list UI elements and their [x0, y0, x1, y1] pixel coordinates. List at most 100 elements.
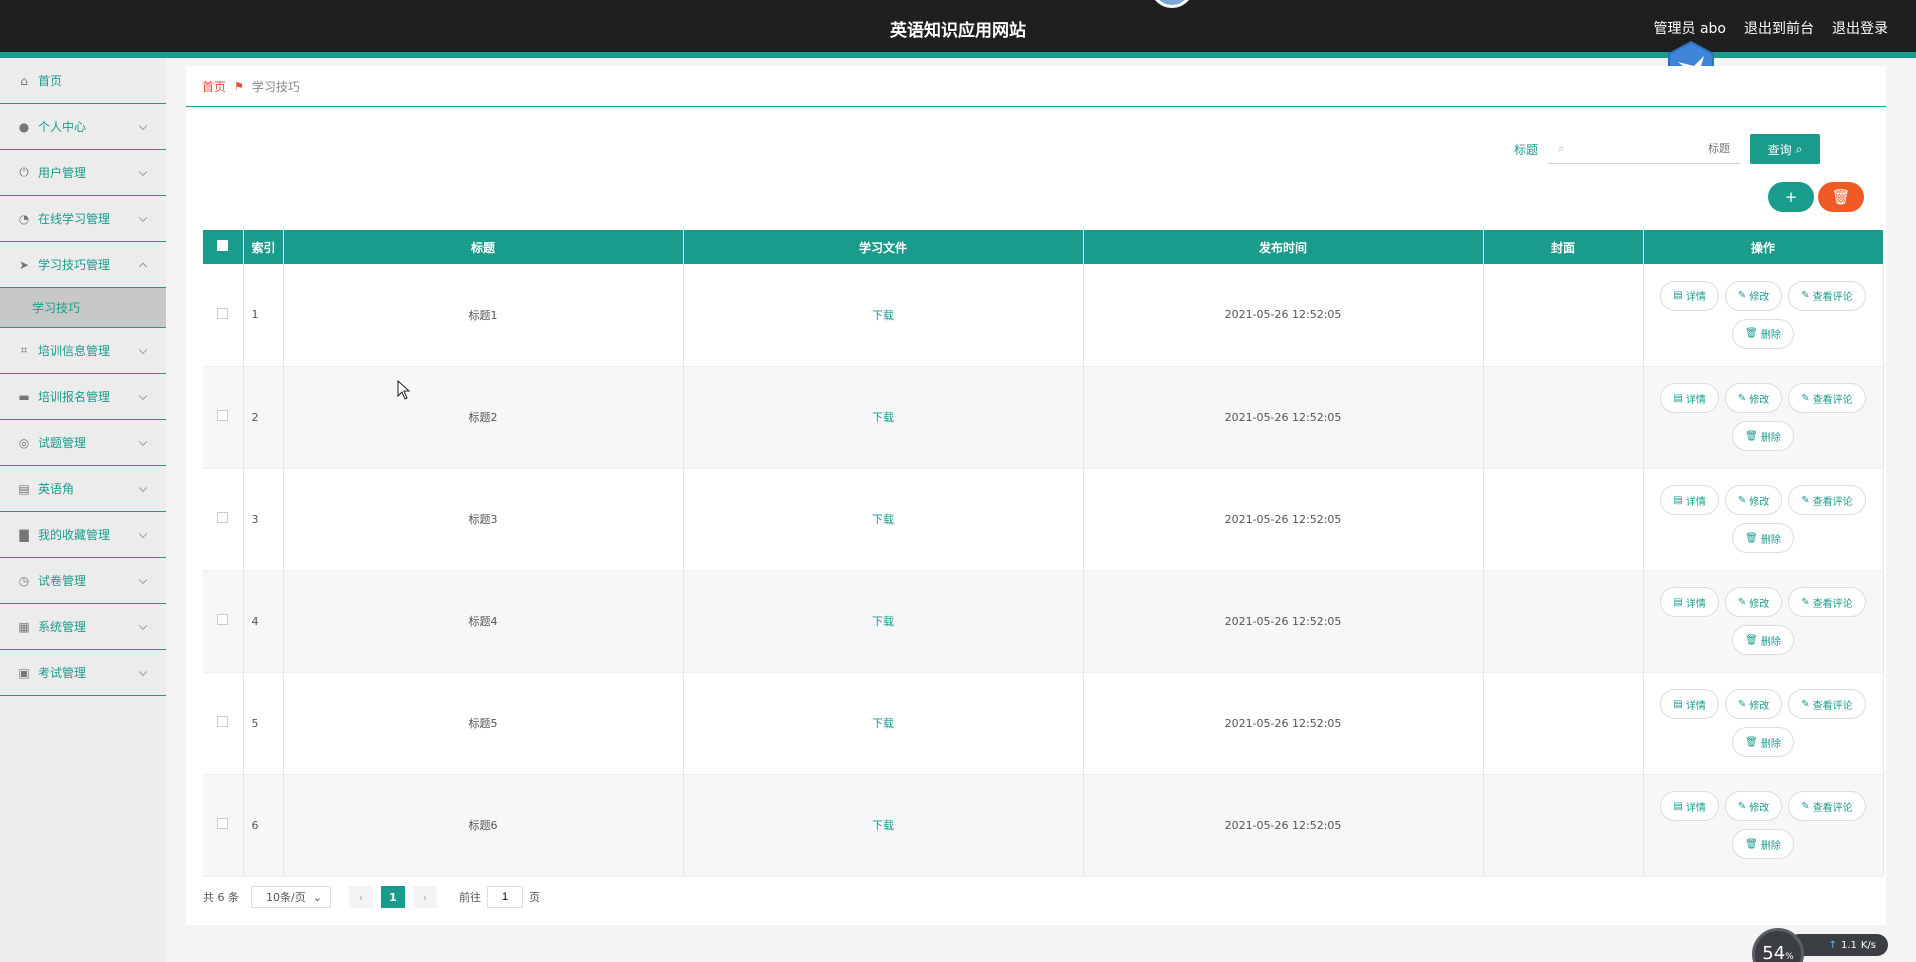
delete-button[interactable]: 🗑 删除 [1732, 318, 1794, 349]
view-comments-button[interactable]: ✎ 查看评论 [1788, 689, 1866, 719]
back-to-front-link[interactable]: 退出到前台 [1744, 18, 1814, 38]
sidebar-subitem-study-tips[interactable]: 学习技巧 [0, 288, 166, 328]
view-comments-label: 查看评论 [1812, 700, 1853, 712]
download-link[interactable]: 下载 [872, 717, 894, 730]
globe-icon: ◎ [18, 435, 30, 450]
edit-button[interactable]: ✎ 修改 [1724, 383, 1783, 413]
sidebar-item-exam-management[interactable]: ▣ 考试管理 [0, 650, 166, 696]
detail-button[interactable]: ▤ 详情 [1660, 587, 1719, 617]
sidebar-item-training-info[interactable]: ⌗ 培训信息管理 [0, 328, 166, 374]
view-comments-button[interactable]: ✎ 查看评论 [1788, 280, 1866, 311]
row-publish-time: 2021-05-26 12:52:05 [1083, 570, 1484, 673]
download-link[interactable]: 下载 [872, 309, 894, 322]
row-file-cell: 下载 [683, 264, 1084, 367]
flag-icon: ⚑ [234, 79, 244, 93]
delete-button[interactable]: 🗑 删除 [1732, 829, 1794, 859]
delete-button[interactable]: 🗑 删除 [1732, 625, 1794, 655]
row-checkbox[interactable] [217, 614, 229, 625]
page-number-button[interactable]: 1 [381, 886, 405, 908]
delete-button[interactable]: 🗑 删除 [1732, 727, 1794, 757]
detail-label: 详情 [1685, 394, 1706, 406]
detail-label: 详情 [1685, 802, 1706, 814]
trash-icon: 🗑 [1745, 634, 1758, 646]
detail-button[interactable]: ▤ 详情 [1660, 485, 1719, 515]
sidebar-item-online-learning[interactable]: ◔ 在线学习管理 [0, 196, 166, 242]
row-actions: ▤ 详情 ✎ 修改 ✎ 查看评论 🗑 删除 [1644, 383, 1883, 451]
sidebar-item-personal-center[interactable]: ● 个人中心 [0, 104, 166, 150]
view-comments-button[interactable]: ✎ 查看评论 [1788, 587, 1866, 617]
download-link[interactable]: 下载 [872, 819, 894, 832]
search-input[interactable] [1610, 142, 1730, 155]
edit-button[interactable]: ✎ 修改 [1724, 280, 1783, 311]
sidebar-item-label: 学习技巧 [32, 301, 81, 315]
delete-button[interactable]: 🗑 删除 [1732, 421, 1794, 451]
row-file-cell: 下载 [683, 366, 1084, 469]
breadcrumb: 首页 ⚑ 学习技巧 [186, 66, 1886, 107]
row-cover [1483, 468, 1644, 571]
goto-prefix: 前往 [459, 891, 481, 904]
document-icon: ▤ [1673, 290, 1683, 302]
download-link[interactable]: 下载 [872, 411, 894, 424]
chevron-up-icon [138, 262, 148, 271]
detail-label: 详情 [1685, 496, 1706, 508]
edit-button[interactable]: ✎ 修改 [1724, 485, 1783, 515]
view-comments-button[interactable]: ✎ 查看评论 [1788, 791, 1866, 821]
row-index: 1 [243, 264, 284, 367]
row-cover [1483, 264, 1644, 367]
row-checkbox[interactable] [217, 512, 229, 523]
pencil-icon: ✎ [1737, 800, 1747, 812]
document-icon: ▤ [1673, 494, 1683, 506]
sidebar-item-training-signup[interactable]: ▬ 培训报名管理 [0, 374, 166, 420]
view-comments-button[interactable]: ✎ 查看评论 [1788, 485, 1866, 515]
add-button[interactable]: + [1768, 182, 1814, 212]
detail-button[interactable]: ▤ 详情 [1660, 791, 1719, 821]
download-link[interactable]: 下载 [872, 513, 894, 526]
row-checkbox[interactable] [217, 307, 229, 319]
detail-button[interactable]: ▤ 详情 [1660, 280, 1719, 311]
row-file-cell: 下载 [683, 468, 1084, 571]
detail-button[interactable]: ▤ 详情 [1660, 689, 1719, 719]
goto-page-input[interactable] [487, 886, 523, 908]
batch-delete-button[interactable]: 🗑 [1818, 182, 1864, 212]
sidebar-item-favorites[interactable]: ▇ 我的收藏管理 [0, 512, 166, 558]
breadcrumb-home[interactable]: 首页 [202, 78, 226, 95]
view-comments-button[interactable]: ✎ 查看评论 [1788, 383, 1866, 413]
next-page-button[interactable]: › [413, 886, 437, 908]
chevron-down-icon [138, 575, 148, 584]
download-link[interactable]: 下载 [872, 615, 894, 628]
delete-button[interactable]: 🗑 删除 [1732, 523, 1794, 553]
sidebar-item-english-corner[interactable]: ▤ 英语角 [0, 466, 166, 512]
logout-link[interactable]: 退出登录 [1832, 18, 1888, 38]
row-checkbox[interactable] [217, 818, 229, 829]
prev-page-button[interactable]: ‹ [349, 886, 373, 908]
sidebar-item-label: 个人中心 [38, 120, 87, 134]
column-header-ops: 操作 [1643, 230, 1884, 264]
edit-button[interactable]: ✎ 修改 [1724, 791, 1783, 821]
sidebar-item-user-management[interactable]: ⏻ 用户管理 [0, 150, 166, 196]
detail-button[interactable]: ▤ 详情 [1660, 383, 1719, 413]
sidebar-item-question-management[interactable]: ◎ 试题管理 [0, 420, 166, 466]
table-row: 1 标题1 下载 2021-05-26 12:52:05 ▤ 详情 ✎ 修改 ✎ 查看评论 🗑 删除 [203, 264, 1884, 367]
sidebar-item-exam-papers[interactable]: ◷ 试卷管理 [0, 558, 166, 604]
view-comments-label: 查看评论 [1812, 292, 1853, 304]
table-row: 5 标题5 下载 2021-05-26 12:52:05 ▤ 详情 ✎ 修改 ✎ 查看评论 🗑 删除 [203, 672, 1884, 775]
home-icon: ⌂ [20, 73, 28, 88]
view-comments-label: 查看评论 [1812, 802, 1853, 814]
row-checkbox[interactable] [217, 410, 229, 421]
delete-label: 删除 [1760, 534, 1781, 546]
query-button[interactable]: 查询 ⌕ [1750, 134, 1820, 164]
row-title: 标题4 [283, 570, 684, 673]
row-publish-time: 2021-05-26 12:52:05 [1083, 366, 1484, 469]
edit-label: 修改 [1749, 598, 1770, 610]
sidebar-item-home[interactable]: ⌂ 首页 [0, 58, 166, 104]
select-all-checkbox[interactable] [217, 240, 229, 251]
edit-button[interactable]: ✎ 修改 [1724, 587, 1783, 617]
edit-button[interactable]: ✎ 修改 [1724, 689, 1783, 719]
document-icon: ▤ [1673, 596, 1683, 608]
pencil-icon: ✎ [1737, 494, 1747, 506]
trash-icon: 🗑 [1745, 430, 1758, 442]
sidebar-item-system-management[interactable]: ▦ 系统管理 [0, 604, 166, 650]
page-size-select[interactable]: 10条/页 ⌄ [251, 886, 331, 908]
sidebar-item-study-tips-management[interactable]: ➤ 学习技巧管理 [0, 242, 166, 288]
row-checkbox[interactable] [217, 716, 229, 727]
